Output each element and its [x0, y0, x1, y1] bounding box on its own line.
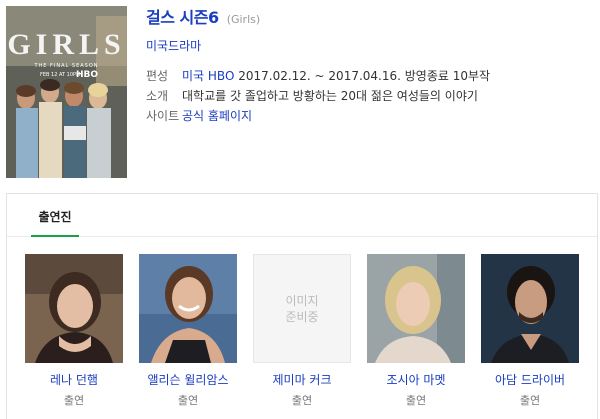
cast-role: 출연: [177, 394, 199, 407]
poster-logo: GIRLS: [7, 28, 126, 61]
summary-text: 대학교를 갓 졸업하고 방황하는 20대 젊은 여성들의 이야기: [182, 89, 478, 103]
cast-card[interactable]: 앨리슨 윌리암스 출연: [139, 254, 237, 408]
cast-photo[interactable]: [367, 254, 465, 363]
cast-name[interactable]: 아담 드라이버: [481, 371, 579, 388]
poster-date: FEB 12 AT 10PM: [40, 72, 81, 78]
show-poster[interactable]: GIRLS THE FINAL SEASON FEB 12 AT 10PM HB…: [6, 6, 127, 178]
cast-photo[interactable]: [25, 254, 123, 363]
poster-tagline: THE FINAL SEASON: [34, 63, 99, 69]
cast-panel: 출연진 레나 던햄 출연 앨리슨 윌리암스 출연 이미지 준비중 제미마 커크 …: [6, 193, 598, 419]
show-genre-link[interactable]: 미국드라마: [146, 37, 201, 54]
meta-label-broadcast: 편성: [146, 69, 169, 83]
cast-card[interactable]: 아담 드라이버 출연: [481, 254, 579, 408]
meta-row-site: 사이트 공식 홈페이지: [146, 106, 490, 126]
cast-tab-bar: 출연진: [7, 194, 597, 237]
cast-card[interactable]: 레나 던햄 출연: [25, 254, 123, 408]
cast-name[interactable]: 제미마 커크: [253, 371, 351, 388]
cast-name[interactable]: 앨리슨 윌리암스: [139, 371, 237, 388]
cast-role: 출연: [519, 394, 541, 407]
cast-role: 출연: [405, 394, 427, 407]
cast-name[interactable]: 조시아 마멧: [367, 371, 465, 388]
show-meta: 편성 미국 HBO 2017.02.12. ~ 2017.04.16. 방영종료…: [146, 66, 490, 126]
cast-role: 출연: [63, 394, 85, 407]
broadcast-detail: 2017.02.12. ~ 2017.04.16. 방영종료 10부작: [238, 69, 491, 83]
cast-card[interactable]: 조시아 마멧 출연: [367, 254, 465, 408]
broadcast-network-link[interactable]: 미국 HBO: [182, 69, 234, 83]
poster-network-logo: HBO: [76, 70, 99, 80]
official-site-link[interactable]: 공식 홈페이지: [182, 106, 252, 126]
show-header: GIRLS THE FINAL SEASON FEB 12 AT 10PM HB…: [0, 0, 600, 190]
cast-photo[interactable]: [139, 254, 237, 363]
cast-card[interactable]: 이미지 준비중 제미마 커크 출연: [253, 254, 351, 408]
no-image-text: 이미지 준비중: [253, 254, 351, 363]
title-row: 걸스 시즌6 (Girls): [146, 4, 261, 27]
cast-role: 출연: [291, 394, 313, 407]
cast-photo[interactable]: [481, 254, 579, 363]
cast-name[interactable]: 레나 던햄: [25, 371, 123, 388]
meta-label-site: 사이트: [146, 109, 180, 123]
meta-label-summary: 소개: [146, 89, 169, 103]
meta-row-broadcast: 편성 미국 HBO 2017.02.12. ~ 2017.04.16. 방영종료…: [146, 66, 490, 86]
meta-row-summary: 소개 대학교를 갓 졸업하고 방황하는 20대 젊은 여성들의 이야기: [146, 86, 490, 106]
show-original-title: (Girls): [226, 13, 261, 26]
tab-cast[interactable]: 출연진: [31, 208, 79, 237]
show-title[interactable]: 걸스 시즌6: [146, 8, 219, 27]
cast-photo-placeholder[interactable]: 이미지 준비중: [253, 254, 351, 363]
